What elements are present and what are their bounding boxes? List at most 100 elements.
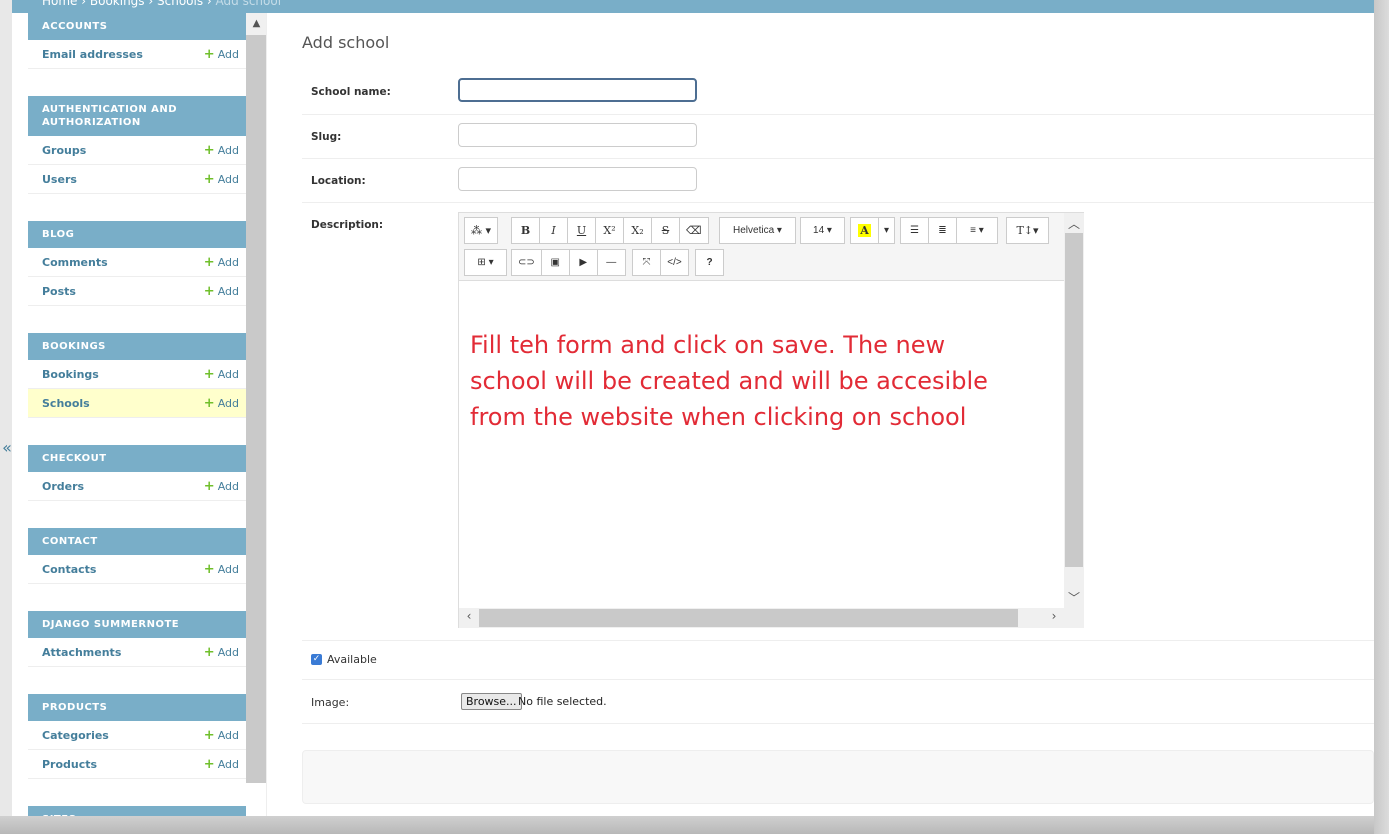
toolbar-group-color: A ▾ xyxy=(850,217,895,244)
toolbar-group-height: T↕▾ xyxy=(1006,217,1049,244)
module-sites: Sites xyxy=(28,806,246,816)
breadcrumb-current: Add school xyxy=(215,0,282,8)
sidebar-item-label[interactable]: Posts xyxy=(42,285,76,298)
sidebar-item-label[interactable]: Users xyxy=(42,173,77,186)
add-link[interactable]: + Add xyxy=(204,144,239,157)
scroll-up-icon[interactable]: ▲ xyxy=(246,13,266,35)
fullscreen-icon[interactable]: ⤧ xyxy=(632,249,661,276)
sidebar-item-label[interactable]: Comments xyxy=(42,256,108,269)
hr-icon[interactable]: — xyxy=(596,249,626,276)
add-link[interactable]: + Add xyxy=(204,397,239,410)
module-caption[interactable]: Bookings xyxy=(28,333,246,360)
add-link[interactable]: + Add xyxy=(204,480,239,493)
align-icon[interactable]: ≡ ▾ xyxy=(956,217,998,244)
location-input[interactable] xyxy=(458,167,697,191)
scroll-left-icon[interactable]: ‹ xyxy=(459,609,479,623)
sidebar-item-label[interactable]: Bookings xyxy=(42,368,99,381)
sidebar-item-label[interactable]: Contacts xyxy=(42,563,96,576)
code-icon[interactable]: </> xyxy=(660,249,689,276)
page-title: Add school xyxy=(302,33,390,52)
breadcrumb-bookings[interactable]: Bookings xyxy=(90,0,145,8)
sidebar-item-label[interactable]: Products xyxy=(42,758,97,771)
breadcrumb-home[interactable]: Home xyxy=(42,0,77,8)
superscript-icon[interactable]: X² xyxy=(595,217,624,244)
slug-input[interactable] xyxy=(458,123,697,147)
sidebar-scrollbar[interactable]: ▲ xyxy=(246,13,266,783)
add-link[interactable]: + Add xyxy=(204,646,239,659)
add-link[interactable]: + Add xyxy=(204,256,239,269)
sidebar-item-schools: Schools + Add xyxy=(28,389,246,418)
link-icon[interactable]: ⊂⊃ xyxy=(511,249,542,276)
available-checkbox-row: ✓ Available xyxy=(311,653,377,666)
editor-horizontal-scrollbar[interactable]: ‹ › xyxy=(459,608,1084,628)
toolbar-group-table: ⊞ ▾ xyxy=(464,249,507,276)
browse-button[interactable]: Browse... xyxy=(461,693,522,710)
module-caption[interactable]: Contact xyxy=(28,528,246,555)
sidebar-item-label[interactable]: Categories xyxy=(42,729,109,742)
breadcrumb-schools[interactable]: Schools xyxy=(157,0,203,8)
strikethrough-icon[interactable]: S xyxy=(651,217,680,244)
sidebar-item-label[interactable]: Schools xyxy=(42,397,90,410)
line-height-icon[interactable]: T↕▾ xyxy=(1006,217,1049,244)
add-link[interactable]: + Add xyxy=(204,729,239,742)
sidebar-item-contacts: Contacts + Add xyxy=(28,555,246,584)
add-link[interactable]: + Add xyxy=(204,48,239,61)
add-link[interactable]: + Add xyxy=(204,368,239,381)
font-size-dropdown[interactable]: 14 ▾ xyxy=(800,217,845,244)
add-link[interactable]: + Add xyxy=(204,758,239,771)
sidebar-item-label[interactable]: Email addresses xyxy=(42,48,143,61)
bold-icon[interactable]: B xyxy=(511,217,540,244)
editor-toolbar: ⁂ ▾ B I U X² X₂ S ⌫ Helvetica ▾ 14 ▾ A ▾… xyxy=(459,213,1064,281)
subscript-icon[interactable]: X₂ xyxy=(623,217,652,244)
module-contact: Contact Contacts + Add xyxy=(28,528,246,584)
module-caption[interactable]: Django Summernote xyxy=(28,611,246,638)
add-link[interactable]: + Add xyxy=(204,285,239,298)
module-caption[interactable]: Sites xyxy=(28,806,246,816)
picture-icon[interactable]: ▣ xyxy=(540,249,570,276)
editor-content-area[interactable]: Fill teh form and click on save. The new… xyxy=(459,281,1064,608)
module-caption[interactable]: Accounts xyxy=(28,13,246,40)
scroll-down-icon[interactable]: ﹀ xyxy=(1064,589,1084,606)
sidebar-item-label[interactable]: Orders xyxy=(42,480,84,493)
plus-icon: + xyxy=(203,142,215,158)
module-caption[interactable]: Authentication and Authorization xyxy=(28,96,246,136)
sidebar-item-label[interactable]: Attachments xyxy=(42,646,121,659)
module-summernote: Django Summernote Attachments + Add xyxy=(28,611,246,667)
bullet-list-icon[interactable]: ☰ xyxy=(900,217,929,244)
font-name-dropdown[interactable]: Helvetica ▾ xyxy=(719,217,796,244)
summernote-editor: ⁂ ▾ B I U X² X₂ S ⌫ Helvetica ▾ 14 ▾ A ▾… xyxy=(458,212,1084,628)
video-icon[interactable]: ▶ xyxy=(568,249,598,276)
scroll-up-icon[interactable]: ︿ xyxy=(1064,215,1084,232)
editor-vertical-scrollbar[interactable]: ︿ ﹀ xyxy=(1064,213,1084,608)
toolbar-group-fontname: Helvetica ▾ xyxy=(719,217,796,244)
school-name-input[interactable] xyxy=(458,78,697,102)
toolbar-group-fontsize: 14 ▾ xyxy=(800,217,845,244)
module-caption[interactable]: Blog xyxy=(28,221,246,248)
add-link[interactable]: + Add xyxy=(204,563,239,576)
add-link[interactable]: + Add xyxy=(204,173,239,186)
location-label: Location: xyxy=(311,175,366,187)
magic-icon[interactable]: ⁂ ▾ xyxy=(464,217,499,244)
breadcrumb: Home › Bookings › Schools › Add school xyxy=(42,0,281,8)
highlight-icon[interactable]: A xyxy=(850,217,879,244)
module-caption[interactable]: Checkout xyxy=(28,445,246,472)
scroll-right-icon[interactable]: › xyxy=(1044,609,1064,623)
italic-icon[interactable]: I xyxy=(539,217,568,244)
module-caption[interactable]: Products xyxy=(28,694,246,721)
plus-icon: + xyxy=(203,366,215,382)
plus-icon: + xyxy=(203,283,215,299)
color-dropdown-icon[interactable]: ▾ xyxy=(878,217,895,244)
sidebar-item-email-addresses: Email addresses + Add xyxy=(28,40,246,69)
module-products: Products Categories + Add Products + Add xyxy=(28,694,246,779)
available-checkbox[interactable]: ✓ xyxy=(311,654,322,665)
main-content: Add school School name: Slug: Location: … xyxy=(302,13,1374,816)
plus-icon: + xyxy=(203,756,215,772)
scroll-thumb[interactable] xyxy=(479,609,1018,627)
table-icon[interactable]: ⊞ ▾ xyxy=(464,249,507,276)
eraser-icon[interactable]: ⌫ xyxy=(679,217,709,244)
sidebar-item-label[interactable]: Groups xyxy=(42,144,86,157)
underline-icon[interactable]: U xyxy=(567,217,596,244)
help-icon[interactable]: ? xyxy=(695,249,724,276)
scroll-thumb[interactable] xyxy=(1065,233,1083,567)
numbered-list-icon[interactable]: ≣ xyxy=(928,217,957,244)
